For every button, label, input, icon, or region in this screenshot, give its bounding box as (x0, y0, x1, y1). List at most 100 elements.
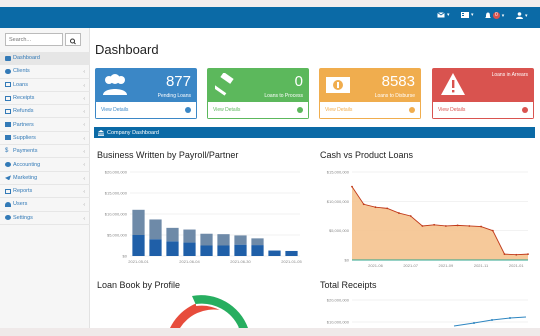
chart-title-loan-book: Loan Book by Profile (97, 280, 181, 290)
stat-value: 877 (165, 73, 191, 90)
sidebar-item-loans[interactable]: Loans ‹ (0, 79, 90, 92)
chevron-icon: ‹ (83, 188, 85, 195)
x-tick-label: 2021-06 (368, 263, 383, 268)
bar (217, 245, 230, 256)
sidebar-item-receipts[interactable]: Receipts ‹ (0, 92, 90, 106)
sidebar-item-clients[interactable]: Clients ‹ (0, 65, 90, 79)
x-tick-label: 2021-07 (403, 263, 418, 268)
stat-card-top: 0 Loans to Process (207, 68, 309, 102)
stat-label: Loans to Process (264, 93, 303, 99)
alerts-badge: 0 (493, 12, 500, 19)
bar (166, 241, 179, 256)
sidebar-item-payments[interactable]: $ Payments ‹ (0, 145, 90, 159)
data-point (509, 317, 511, 319)
data-point (386, 207, 389, 210)
bar (149, 219, 162, 240)
arrow-right-icon (185, 107, 191, 113)
arrow-right-icon (522, 107, 528, 113)
alerts-menu[interactable]: 0 ▾ (485, 12, 504, 19)
bar (200, 245, 213, 256)
chevron-icon: ‹ (83, 202, 85, 209)
sidebar-item-marketing[interactable]: Marketing ‹ (0, 172, 90, 185)
bar (234, 235, 247, 245)
stat-card-loans-in-arrears: Loans in Arrears View Details (432, 68, 534, 119)
gavel-icon (215, 73, 234, 96)
user-menu[interactable]: ▾ (516, 12, 528, 19)
data-point (362, 203, 365, 206)
data-point (374, 206, 377, 209)
chevron-icon: ‹ (83, 109, 85, 116)
search-button[interactable] (65, 33, 81, 46)
sidebar-item-label: Reports (13, 188, 33, 195)
caret-icon: ▾ (447, 12, 450, 18)
y-tick-label: $5,000,000 (329, 228, 350, 233)
chart-title-business-written: Business Written by Payroll/Partner (97, 150, 239, 160)
y-tick-label: $0 (345, 258, 350, 263)
company-dashboard-header: Company Dashboard (94, 127, 535, 138)
bar (183, 242, 196, 256)
gear-icon (5, 215, 11, 221)
view-details-link[interactable]: View Details (319, 102, 421, 119)
sidebar-item-label: Loans (13, 81, 28, 88)
view-details-link[interactable]: View Details (207, 102, 309, 119)
sidebar-item-partners[interactable]: Partners ‹ (0, 118, 90, 132)
view-details-label: View Details (325, 107, 353, 113)
bar-chart-business-written: $20,000,000 $15,000,000 $10,000,000 $5,000,… (105, 170, 303, 265)
page-title: Dashboard (95, 42, 159, 57)
warning-icon (441, 73, 465, 95)
money-icon (326, 77, 350, 93)
sidebar-item-label: Receipts (13, 95, 35, 102)
bar (166, 227, 179, 242)
x-tick-label: 2021-06-04 (179, 259, 200, 264)
line-chart-total-receipts: $20,000,000 $10,000,000 (327, 298, 528, 327)
sidebar-item-label: Marketing (13, 174, 38, 181)
sidebar-item-label: Partners (13, 121, 34, 128)
sidebar-item-settings[interactable]: Settings ‹ (0, 212, 90, 225)
view-details-label: View Details (213, 107, 241, 113)
sidebar-item-users[interactable]: Users ‹ (0, 198, 90, 212)
top-navbar: ▾ ▾ 0 ▾ ▾ (0, 7, 540, 28)
chevron-icon: ‹ (83, 82, 85, 89)
data-point (491, 229, 494, 232)
sidebar-item-suppliers[interactable]: Suppliers ‹ (0, 132, 90, 146)
sidebar-item-label: Settings (13, 214, 33, 221)
bell-icon (485, 12, 491, 18)
users-icon (5, 68, 11, 74)
sidebar: Dashboard Clients ‹ Loans ‹ Receipts ‹ Refu… (0, 28, 90, 328)
chevron-icon: ‹ (83, 175, 85, 182)
sidebar-item-accounting[interactable]: Accounting ‹ (0, 158, 90, 172)
main-content: Dashboard 877 Pending Loans View Details… (90, 28, 540, 328)
view-details-link[interactable]: View Details (432, 102, 534, 119)
sidebar-item-label: Users (13, 201, 28, 208)
y-tick-label: $15,000,000 (327, 170, 350, 175)
sidebar-item-reports[interactable]: Reports ‹ (0, 185, 90, 199)
tasks-menu[interactable]: ▾ (461, 12, 474, 18)
sidebar-item-refunds[interactable]: Refunds ‹ (0, 105, 90, 119)
x-tick-label: 2021-09 (439, 263, 454, 268)
sitemap-icon (5, 122, 11, 128)
view-details-link[interactable]: View Details (95, 102, 197, 119)
user-icon (516, 12, 523, 19)
bar (251, 238, 264, 246)
cogs-icon (5, 162, 11, 168)
x-tick-label: 2021-06-30 (230, 259, 251, 264)
stat-label: Pending Loans (157, 93, 191, 99)
search-input[interactable] (5, 33, 63, 46)
data-point (527, 253, 529, 256)
send-icon (5, 175, 11, 181)
caret-icon: ▾ (501, 12, 505, 19)
refund-icon (5, 108, 11, 114)
donut-chart-loan-book (170, 295, 248, 328)
envelope-menu[interactable]: ▾ (437, 12, 450, 18)
area-chart-cash-vs-product: $15,000,000 $10,000,000 $5,000,000 $0 2021-0… (327, 170, 529, 268)
data-point (444, 225, 447, 227)
envelope-icon (437, 12, 445, 18)
sidebar-item-label: Payments (13, 148, 38, 155)
dollar-icon: $ (5, 147, 9, 154)
sidebar-item-dashboard[interactable]: Dashboard (0, 52, 90, 66)
user-icon (5, 201, 11, 207)
bar (200, 233, 213, 246)
x-tick-label: 2021-11 (474, 263, 489, 268)
x-tick-label: 2021-01-05 (281, 259, 302, 264)
arrow-right-icon (297, 107, 303, 113)
